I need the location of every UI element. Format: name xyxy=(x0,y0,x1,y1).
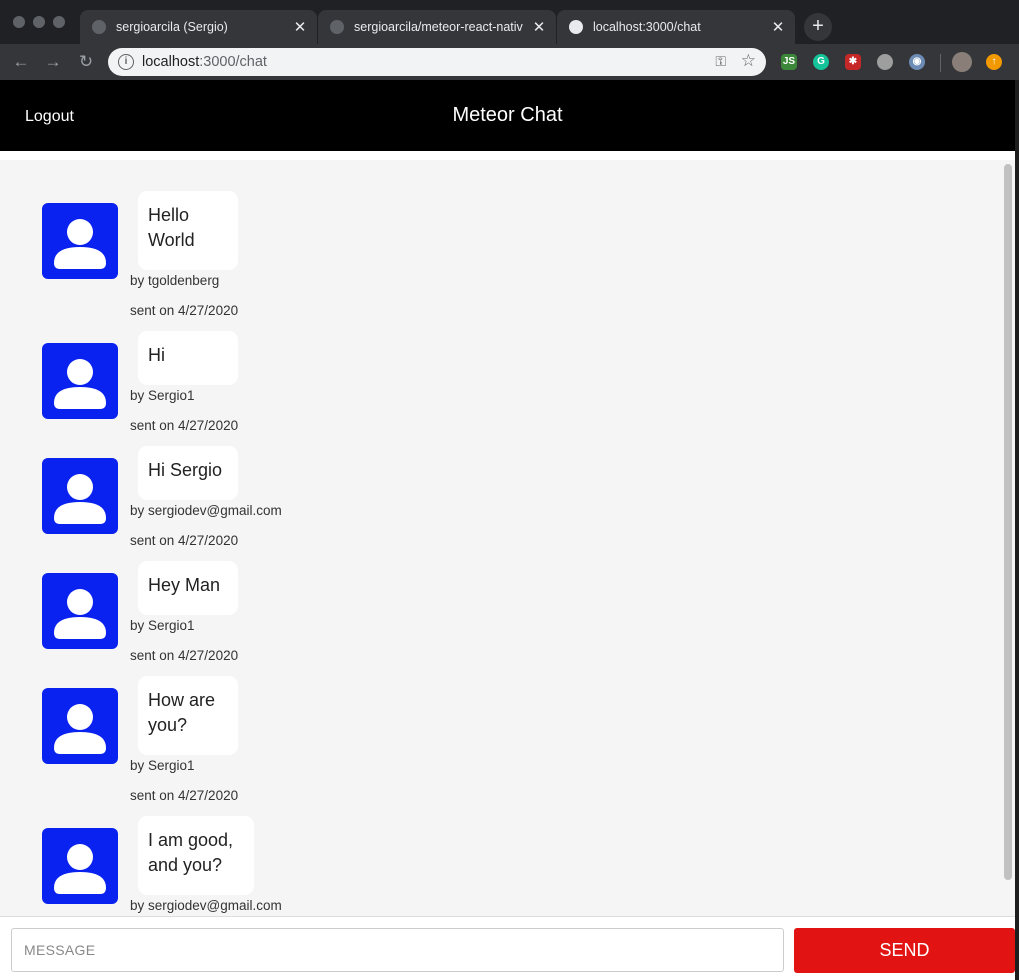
person-icon xyxy=(54,589,106,639)
globe-icon xyxy=(569,20,583,34)
tab-close-icon[interactable]: ✕ xyxy=(293,18,307,36)
github-icon xyxy=(92,20,106,34)
person-icon xyxy=(54,844,106,894)
avatar xyxy=(42,343,118,419)
message-bubble: I am good, and you? xyxy=(138,816,254,895)
avatar xyxy=(42,688,118,764)
site-info-icon[interactable]: i xyxy=(118,54,134,70)
github-icon xyxy=(330,20,344,34)
page-title: Meteor Chat xyxy=(452,104,563,126)
extension-red-icon[interactable]: ✱ xyxy=(845,54,861,70)
bookmark-star-icon[interactable]: ☆ xyxy=(741,51,756,71)
message-input[interactable] xyxy=(11,928,784,972)
scrollbar-thumb[interactable] xyxy=(1004,164,1012,880)
message-list[interactable]: Hello World by tgoldenberg sent on 4/27/… xyxy=(0,160,1015,916)
window-close-button[interactable] xyxy=(13,16,25,28)
profile-avatar[interactable] xyxy=(952,52,972,72)
message-bubble: Hey Man xyxy=(138,561,238,615)
send-button[interactable]: SEND xyxy=(794,928,1015,973)
address-bar[interactable]: i localhost:3000/chat ⚿ ☆ xyxy=(108,48,766,76)
list-item: I am good, and you? by sergiodev@gmail.c… xyxy=(0,785,980,916)
browser-tab-strip: sergioarcila (Sergio) ✕ sergioarcila/met… xyxy=(0,0,1019,44)
message-bubble: Hello World xyxy=(138,191,238,270)
message-author: by Sergio1 xyxy=(130,758,195,773)
extension-eyes-icon[interactable]: ◉ xyxy=(909,54,925,70)
person-icon xyxy=(54,704,106,754)
tab-title: sergioarcila/meteor-react-nativ xyxy=(354,20,523,34)
message-author: by Sergio1 xyxy=(130,618,195,633)
back-arrow-icon[interactable]: ← xyxy=(11,52,31,72)
update-icon[interactable]: ↑ xyxy=(986,54,1002,70)
avatar xyxy=(42,573,118,649)
browser-tab-chat[interactable]: localhost:3000/chat ✕ xyxy=(557,10,795,44)
forward-arrow-icon[interactable]: → xyxy=(43,52,63,72)
background-window-edge xyxy=(1015,80,1019,980)
tab-title: localhost:3000/chat xyxy=(593,20,701,34)
message-author: by sergiodev@gmail.com xyxy=(130,898,282,913)
key-icon[interactable]: ⚿ xyxy=(715,53,726,70)
avatar xyxy=(42,828,118,904)
address-bar-url[interactable]: localhost:3000/chat xyxy=(142,54,267,70)
toolbar-separator xyxy=(940,54,941,72)
app-header: Logout Meteor Chat xyxy=(0,80,1015,151)
avatar xyxy=(42,203,118,279)
browser-tab-github-profile[interactable]: sergioarcila (Sergio) ✕ xyxy=(80,10,317,44)
person-icon xyxy=(54,219,106,269)
message-author: by tgoldenberg xyxy=(130,273,220,288)
url-host: localhost xyxy=(142,54,200,70)
browser-tab-github-repo[interactable]: sergioarcila/meteor-react-nativ ✕ xyxy=(318,10,556,44)
message-bubble: Hi xyxy=(138,331,238,385)
person-icon xyxy=(54,359,106,409)
tab-close-icon[interactable]: ✕ xyxy=(771,18,785,36)
tab-title: sergioarcila (Sergio) xyxy=(116,20,228,34)
message-bubble: How are you? xyxy=(138,676,238,755)
message-composer: SEND xyxy=(0,916,1015,980)
chat-page: Logout Meteor Chat Hello World by tgolde… xyxy=(0,80,1015,980)
reload-icon[interactable]: ↻ xyxy=(76,52,96,72)
person-icon xyxy=(54,474,106,524)
url-path: :3000/chat xyxy=(199,54,267,70)
window-zoom-button[interactable] xyxy=(53,16,65,28)
node-icon[interactable]: JS xyxy=(781,54,797,70)
message-author: by Sergio1 xyxy=(130,388,195,403)
grammarly-icon[interactable]: G xyxy=(813,54,829,70)
scrollbar[interactable] xyxy=(1000,160,1015,916)
new-tab-button[interactable]: + xyxy=(804,13,832,41)
list-item: Hello World by tgoldenberg sent on 4/27/… xyxy=(0,160,980,318)
tab-close-icon[interactable]: ✕ xyxy=(532,18,546,36)
message-bubble: Hi Sergio xyxy=(138,446,238,500)
avatar xyxy=(42,458,118,534)
list-item: How are you? by Sergio1 sent on 4/27/202… xyxy=(0,645,980,803)
browser-toolbar: ← → ↻ i localhost:3000/chat ⚿ ☆ JS G ✱ ◉… xyxy=(0,44,1019,80)
extension-gray-icon[interactable] xyxy=(877,54,893,70)
window-minimize-button[interactable] xyxy=(33,16,45,28)
message-author: by sergiodev@gmail.com xyxy=(130,503,282,518)
